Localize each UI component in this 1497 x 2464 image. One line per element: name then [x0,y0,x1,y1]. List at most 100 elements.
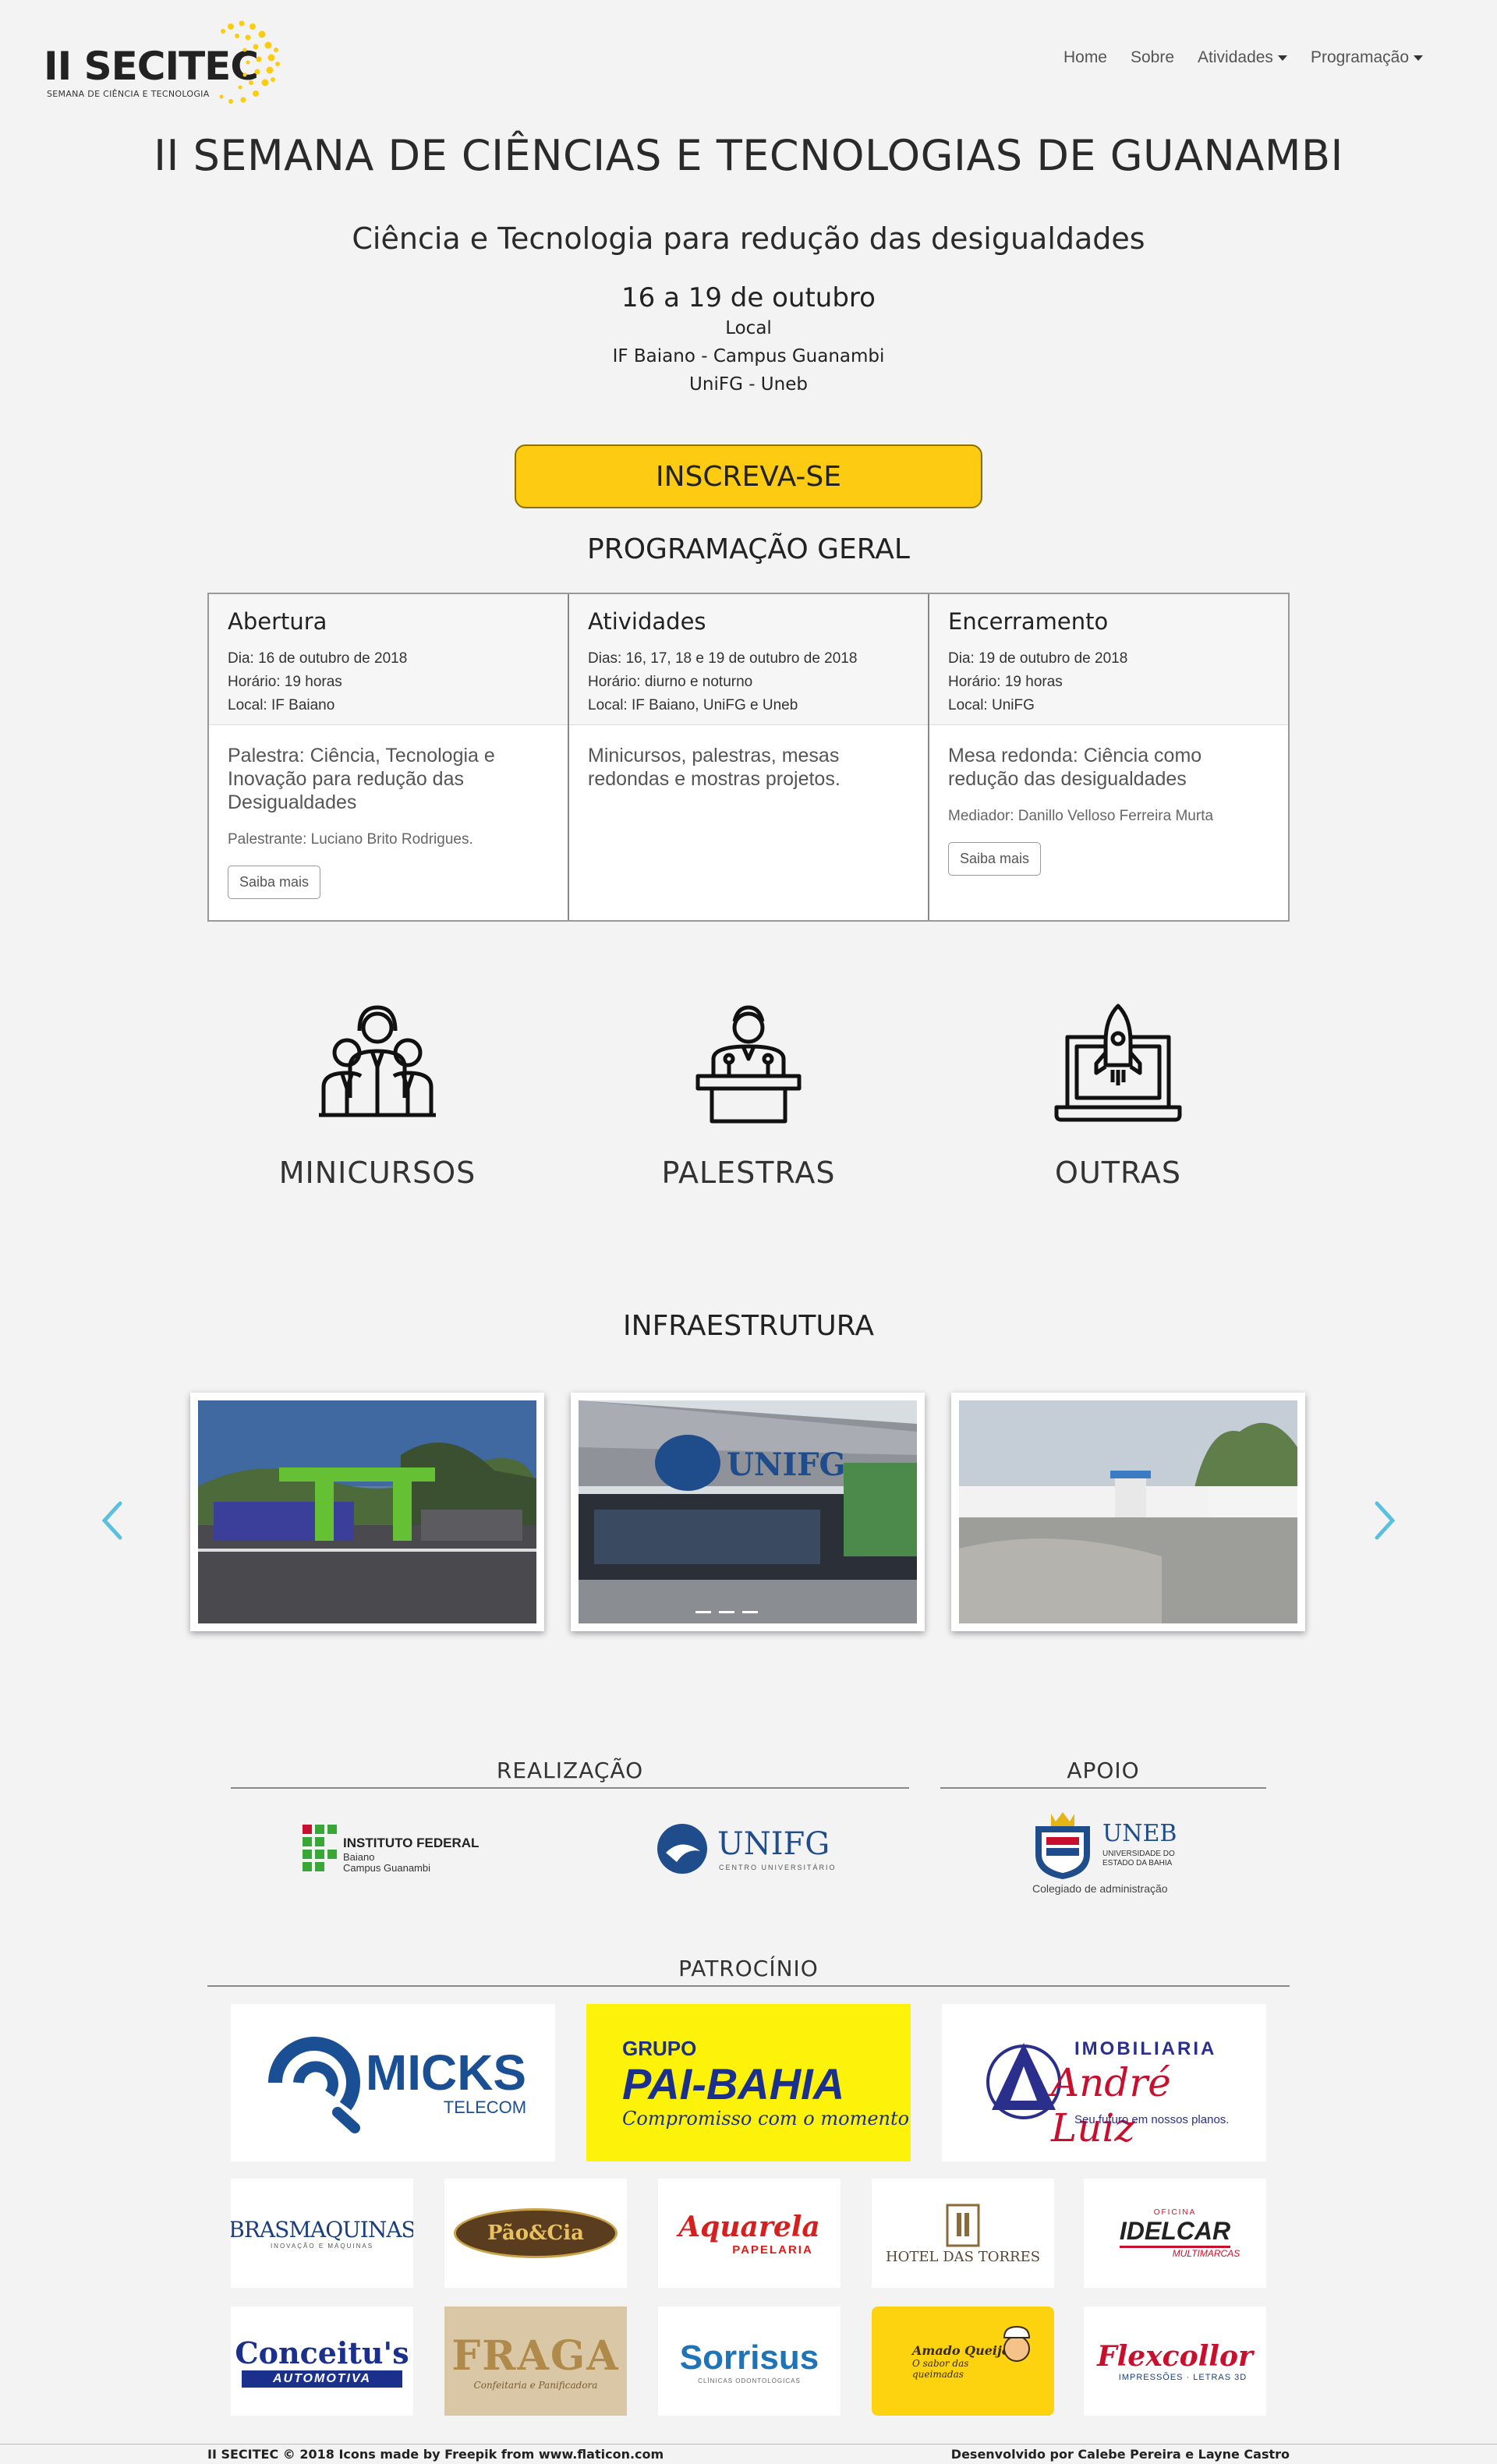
card-header: Encerramento Dia: 19 de outubro de 2018 … [929,594,1288,725]
bras-sub: INOVAÇÃO E MÁQUINAS [270,2243,374,2250]
sponsor-idelcar[interactable]: OFICINA IDELCAR MULTIMARCAS [1084,2179,1266,2288]
card-time: Horário: diurno e noturno [588,674,753,690]
feature-palestras[interactable]: PALESTRAS [585,998,912,1190]
sponsor-fraga[interactable]: FRAGA Confeitaria e Panificadora [444,2306,627,2416]
sponsor-brasmaquinas[interactable]: BRASMAQUINAS INOVAÇÃO E MÁQUINAS [231,2179,413,2288]
program-card-atividades: Atividades Dias: 16, 17, 18 e 19 de outu… [569,594,929,920]
logo-unifg[interactable]: UNIFG CENTRO UNIVERSITÁRIO [655,1821,850,1876]
program-card-encerramento: Encerramento Dia: 19 de outubro de 2018 … [929,594,1288,920]
feature-label: OUTRAS [1055,1156,1181,1190]
caret-down-icon [1277,55,1287,61]
uneb-sub1: UNIVERSIDADE DO [1102,1850,1175,1858]
site-logo[interactable]: II SECITEC SEMANA DE CIÊNCIA E TECNOLOGI… [44,16,285,117]
chevron-right-icon[interactable] [1369,1497,1400,1544]
rocket-laptop-icon [1054,1004,1182,1122]
card-place: Local: IF Baiano, UniFG e Uneb [588,697,798,713]
main-nav: Home Sobre Atividades Programação [1052,48,1435,67]
realizacao-title: REALIZAÇÃO [496,1758,644,1783]
pai-line2: PAI-BAHIA [622,2059,845,2108]
page-title: II SEMANA DE CIÊNCIAS E TECNOLOGIAS DE G… [154,131,1343,180]
inscreva-se-button[interactable]: INSCREVA-SE [515,444,982,508]
photo-if-baiano[interactable] [190,1393,544,1631]
if-sub1: Baiano [343,1851,375,1863]
photo-uneb[interactable] [951,1393,1305,1631]
bras-name: BRASMAQUINAS [231,2217,413,2243]
aquarela-sub: PAPELARIA [732,2243,813,2257]
unifg-name: UNIFG [717,1826,830,1862]
unifg-sub: CENTRO UNIVERSITÁRIO [719,1864,837,1871]
nav-home-label: Home [1063,48,1107,66]
card-title: Abertura [228,608,327,635]
divider [231,1787,909,1789]
nav-programacao-dropdown[interactable]: Programação [1299,48,1435,67]
card-body: Mesa redonda: Ciência como redução das d… [929,725,1288,894]
card-mediator: Mediador: Danillo Velloso Ferreira Murta [948,808,1214,824]
divider [207,1985,1290,1987]
feature-minicursos[interactable]: MINICURSOS [214,998,541,1190]
flex-sub: IMPRESSÕES · LETRAS 3D [1118,2373,1248,2382]
micks-swirl-icon [267,2037,360,2133]
local-label: Local [725,318,772,338]
nav-sobre[interactable]: Sobre [1119,48,1186,67]
sponsor-amado-queijo[interactable]: Amado Queijo O sabor das queimadas [872,2306,1054,2416]
logo-uneb[interactable]: UNEB UNIVERSIDADE DO ESTADO DA BAHIA Col… [1029,1811,1185,1896]
saiba-mais-button[interactable]: Saiba mais [948,842,1042,876]
feature-label: MINICURSOS [278,1156,476,1190]
card-speaker: Palestrante: Luciano Brito Rodrigues. [228,831,473,848]
local-line-2: UniFG - Uneb [689,374,808,395]
conceitus-sub: AUTOMOTIVA [241,2370,403,2388]
uneb-caption: Colegiado de administração [1032,1882,1168,1895]
pai-line3: Compromisso com o momento [622,2107,910,2129]
feature-label: PALESTRAS [661,1156,836,1190]
event-date: 16 a 19 de outubro [621,282,876,313]
pai-line1: GRUPO [622,2036,697,2060]
sponsor-hotel-das-torres[interactable]: HOTEL DAS TORRES [872,2179,1054,2288]
chevron-left-icon[interactable] [97,1497,128,1544]
card-place: Local: UniFG [948,697,1035,713]
sponsor-pao-cia[interactable]: Pão&Cia [444,2179,627,2288]
conceitus-name: Conceitu's [235,2335,409,2370]
hotel-tower-icon [946,2204,980,2246]
nav-atividades-dropdown[interactable]: Atividades [1186,48,1299,67]
card-date: Dia: 16 de outubro de 2018 [228,650,408,667]
apoio-title: APOIO [1067,1758,1140,1783]
feature-outras[interactable]: OUTRAS [954,998,1282,1190]
card-header: Atividades Dias: 16, 17, 18 e 19 de outu… [569,594,928,725]
sponsor-andre-luiz[interactable]: IMOBILIARIA André Luiz Seu futuro em nos… [942,2004,1266,2161]
nav-home[interactable]: Home [1052,48,1119,67]
flex-name: Flexcollor [1097,2340,1253,2373]
andre-line1: IMOBILIARIA [1074,2038,1217,2059]
nav-programacao-label: Programação [1310,48,1409,66]
nav-atividades-label: Atividades [1198,48,1273,66]
andre-line2: André Luiz [1051,2060,1171,2151]
saiba-mais-button[interactable]: Saiba mais [228,866,321,899]
infraestrutura-title: INFRAESTRUTURA [623,1310,874,1342]
unifg-mark-icon [657,1824,707,1874]
card-place: Local: IF Baiano [228,697,335,713]
uneb-crest-icon [1035,1812,1090,1879]
sponsor-flexcollor[interactable]: Flexcollor IMPRESSÕES · LETRAS 3D [1084,2306,1266,2416]
nav-sobre-label: Sobre [1131,48,1175,66]
amado-line2: O sabor das [912,2357,969,2369]
if-grid-icon [303,1825,337,1871]
andre-line3: Seu futuro em nossos planos. [1074,2113,1230,2126]
card-title: Encerramento [948,608,1109,635]
card-title: Atividades [588,608,706,635]
sponsor-conceitus[interactable]: Conceitu's AUTOMOTIVA [231,2306,413,2416]
sponsor-aquarela[interactable]: Aquarela PAPELARIA [658,2179,841,2288]
sponsor-pai-bahia[interactable]: GRUPO PAI-BAHIA Compromisso com o moment… [586,2004,911,2161]
card-text: Minicursos, palestras, mesas redondas e … [588,745,841,790]
program-card-abertura: Abertura Dia: 16 de outubro de 2018 Horá… [209,594,569,920]
chef-icon [1003,2325,1031,2362]
logo-if-baiano[interactable]: INSTITUTO FEDERAL Baiano Campus Guanambi [303,1825,490,1875]
caret-down-icon [1414,55,1423,61]
card-body: Minicursos, palestras, mesas redondas e … [569,725,928,827]
divider [940,1787,1266,1789]
photo-if-baiano-image [198,1400,536,1623]
speaker-podium-icon [695,1005,802,1124]
idelcar-line1: OFICINA [1153,2207,1197,2217]
sponsor-sorrisus[interactable]: Sorrisus CLÍNICAS ODONTOLÓGICAS [658,2306,841,2416]
local-line-1: IF Baiano - Campus Guanambi [612,346,885,366]
sponsor-micks[interactable]: MICKS TELECOM [231,2004,555,2161]
photo-unifg[interactable]: UNIFG [571,1393,925,1631]
